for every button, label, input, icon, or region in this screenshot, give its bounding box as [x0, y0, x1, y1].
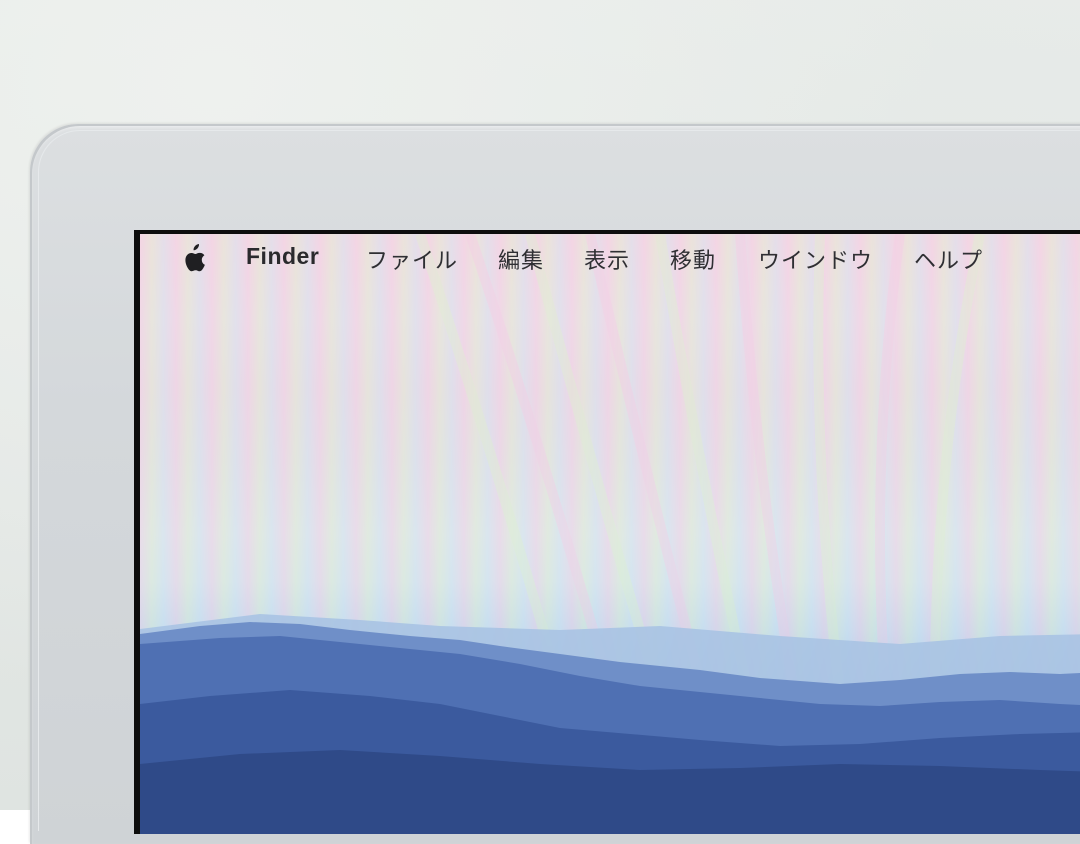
- apple-logo-icon[interactable]: [180, 244, 206, 274]
- mountain-landscape: [140, 614, 1080, 834]
- menu-go[interactable]: 移動: [670, 243, 716, 275]
- menu-window[interactable]: ウインドウ: [758, 243, 873, 275]
- menu-help[interactable]: ヘルプ: [914, 243, 983, 275]
- menu-bar: Finder ファイル 編集 表示 移動 ウインドウ ヘルプ: [140, 234, 1080, 282]
- menu-file[interactable]: ファイル: [366, 243, 458, 275]
- desktop-wallpaper: Finder ファイル 編集 表示 移動 ウインドウ ヘルプ: [140, 234, 1080, 834]
- display-screen: Finder ファイル 編集 表示 移動 ウインドウ ヘルプ: [134, 230, 1080, 834]
- menu-view[interactable]: 表示: [584, 243, 630, 275]
- menu-app-finder[interactable]: Finder: [246, 243, 319, 270]
- menu-edit[interactable]: 編集: [498, 243, 544, 275]
